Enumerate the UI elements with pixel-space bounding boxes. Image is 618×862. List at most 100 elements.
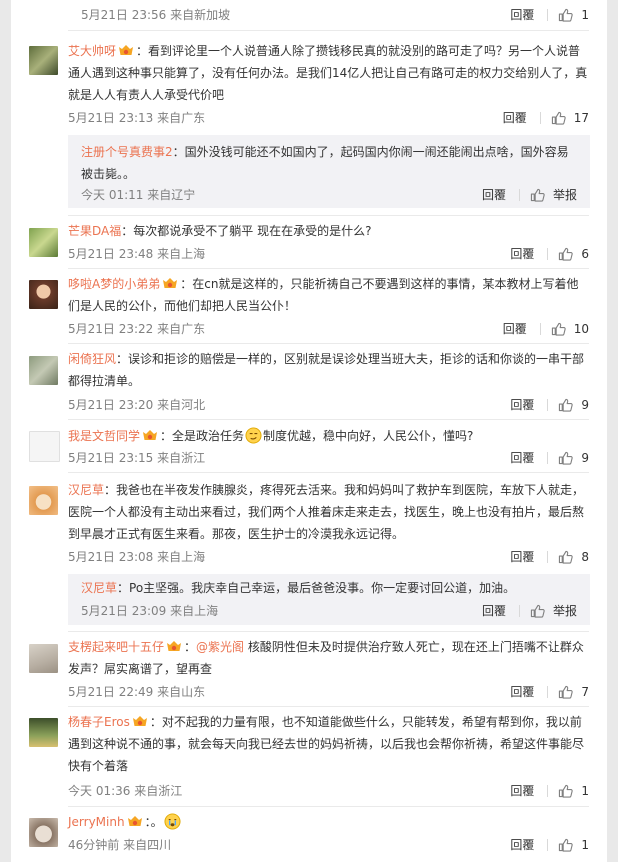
reply-button[interactable]: 回覆 [510, 245, 534, 263]
avatar[interactable] [29, 486, 58, 515]
reply-box: 注册个号真费事2：国外没钱可能还不如国内了，起码国内你闹一闹还能闹出点啥，国外容… [68, 135, 590, 208]
reply-text: 汉尼草：Po主坚强。我庆幸自己幸运，最后爸爸没事。你一定要讨回公道，加油。 [81, 577, 577, 599]
like-button[interactable]: 7 [558, 683, 589, 701]
reply-button[interactable]: 回覆 [503, 320, 527, 338]
reply-button[interactable]: 回覆 [510, 782, 534, 800]
like-button[interactable]: 1 [558, 836, 589, 854]
reply-username[interactable]: 注册个号真费事2 [81, 145, 173, 159]
divider [68, 215, 589, 216]
comment-actions: 回覆 1 [510, 836, 589, 854]
comment-body-part2: 制度优越，稳中向好，人民公仆，懂吗? [263, 429, 474, 443]
thumb-up-icon [558, 838, 573, 852]
like-count: 9 [581, 451, 589, 465]
avatar[interactable] [29, 818, 58, 847]
like-button[interactable]: 9 [558, 449, 589, 467]
reply-button[interactable]: 回覆 [482, 602, 506, 620]
thumb-up-icon [551, 322, 566, 336]
colon: ： [184, 640, 197, 654]
comment-actions: 回覆 6 [510, 245, 589, 263]
like-button[interactable]: 8 [558, 548, 589, 566]
reply-button[interactable]: 回覆 [510, 683, 534, 701]
report-label: 举报 [552, 188, 577, 202]
like-button[interactable]: 9 [558, 396, 589, 414]
colon: ： [172, 145, 185, 159]
comment-time: 5月21日 23:13 来自广东 [68, 111, 206, 125]
reply-button[interactable]: 回覆 [482, 186, 506, 204]
thumb-up-icon [558, 8, 573, 22]
reply-button[interactable]: 回覆 [510, 548, 534, 566]
username[interactable]: 闲倚狂风 [68, 352, 116, 366]
reply-body: Po主坚强。我庆幸自己幸运，最后爸爸没事。你一定要讨回公道，加油。 [129, 581, 516, 595]
username[interactable]: 杨春子Eros [68, 715, 130, 729]
comment-time: 今天 01:36 来自浙江 [68, 784, 183, 798]
thumb-up-icon [558, 451, 573, 465]
like-count: 1 [581, 8, 589, 22]
vip-badge-icon [162, 277, 178, 289]
reply-text: 注册个号真费事2：国外没钱可能还不如国内了，起码国内你闹一闹还能闹出点啥，国外容… [81, 141, 577, 185]
like-button[interactable]: 举报 [530, 602, 577, 620]
comment-actions: 回覆 10 [503, 320, 589, 338]
comment-text: 我是文哲同学 ：全是政治任务 制度优越，稳中向好，人民公仆，懂吗? [68, 425, 590, 447]
reply-username[interactable]: 汉尼草 [81, 581, 117, 595]
avatar[interactable] [29, 280, 58, 309]
username[interactable]: 汉尼草 [68, 483, 104, 497]
reply-button[interactable]: 回覆 [510, 449, 534, 467]
like-button[interactable]: 1 [558, 6, 589, 24]
reply-button[interactable]: 回覆 [510, 6, 534, 24]
thumb-up-icon [558, 398, 573, 412]
like-count: 8 [581, 550, 589, 564]
avatar[interactable] [29, 718, 58, 747]
avatar[interactable] [29, 644, 58, 673]
reply-actions: 回覆 举报 [482, 186, 577, 204]
reply-box: 汉尼草：Po主坚强。我庆幸自己幸运，最后爸爸没事。你一定要讨回公道，加油。 5月… [68, 574, 590, 625]
divider [547, 686, 549, 698]
colon: ： [104, 483, 117, 497]
comment-text: 闲倚狂风：误诊和拒诊的赔偿是一样的，区别就是误诊处理当班大夫，拒诊的话和你谈的一… [68, 348, 590, 392]
divider [68, 268, 589, 269]
comment-text: 汉尼草：我爸也在半夜发作胰腺炎，疼得死去活来。我和妈妈叫了救护车到医院，车放下人… [68, 479, 590, 545]
vip-badge-icon [118, 44, 134, 56]
username[interactable]: 支楞起来吧十五仔 [68, 640, 164, 654]
username[interactable]: 我是文哲同学 [68, 429, 140, 443]
like-button[interactable]: 1 [558, 782, 589, 800]
avatar[interactable] [29, 356, 58, 385]
divider [547, 785, 549, 797]
comment-text: 艾大帅呀 ：看到评论里一个人说普通人除了攒钱移民真的就没别的路可走了吗？另一个人说… [68, 40, 590, 106]
comment-actions: 回覆 9 [510, 449, 589, 467]
reply-button[interactable]: 回覆 [510, 396, 534, 414]
username[interactable]: 哆啦A梦的小弟弟 [68, 277, 160, 291]
avatar[interactable] [29, 228, 58, 257]
avatar[interactable] [29, 46, 58, 75]
reply-button[interactable]: 回覆 [503, 109, 527, 127]
comment-body: 。 [150, 815, 163, 829]
username[interactable]: JerryMinh [68, 815, 125, 829]
comment-time: 5月21日 22:49 来自山东 [68, 685, 206, 699]
comment-time: 5月21日 23:48 来自上海 [68, 247, 206, 261]
thumb-up-icon [551, 111, 566, 125]
vip-badge-icon [132, 715, 148, 727]
thumb-up-icon [558, 550, 573, 564]
comment-body: 每次都说承受不了躺平 现在在承受的是什么? [133, 224, 372, 238]
reply-actions: 回覆 举报 [482, 602, 577, 620]
comment-text: 杨春子Eros ：对不起我的力量有限，也不知道能做些什么，只能转发，希望有帮到你，… [68, 711, 590, 777]
reply-button[interactable]: 回覆 [510, 836, 534, 854]
like-button[interactable]: 举报 [530, 186, 577, 204]
username[interactable]: 芒果DA福 [68, 224, 121, 238]
like-button[interactable]: 17 [551, 109, 589, 127]
comment-actions: 回覆 1 [510, 6, 589, 24]
username[interactable]: 艾大帅呀 [68, 44, 116, 58]
like-count: 1 [581, 838, 589, 852]
divider [68, 472, 589, 473]
avatar[interactable] [29, 431, 60, 462]
colon: ： [121, 224, 134, 238]
mention-link[interactable]: @紫光阁 [196, 640, 244, 654]
like-count: 9 [581, 398, 589, 412]
like-button[interactable]: 10 [551, 320, 589, 338]
crying-emoji-icon [164, 813, 181, 830]
colon: ： [149, 715, 162, 729]
like-count: 1 [581, 784, 589, 798]
comment-list: 5月21日 23:56 来自新加坡 回覆 1 艾大帅呀 ：看到评论里一个人说普通人… [11, 0, 607, 862]
like-button[interactable]: 6 [558, 245, 589, 263]
divider [539, 323, 541, 335]
comment-time: 5月21日 23:20 来自河北 [68, 398, 206, 412]
